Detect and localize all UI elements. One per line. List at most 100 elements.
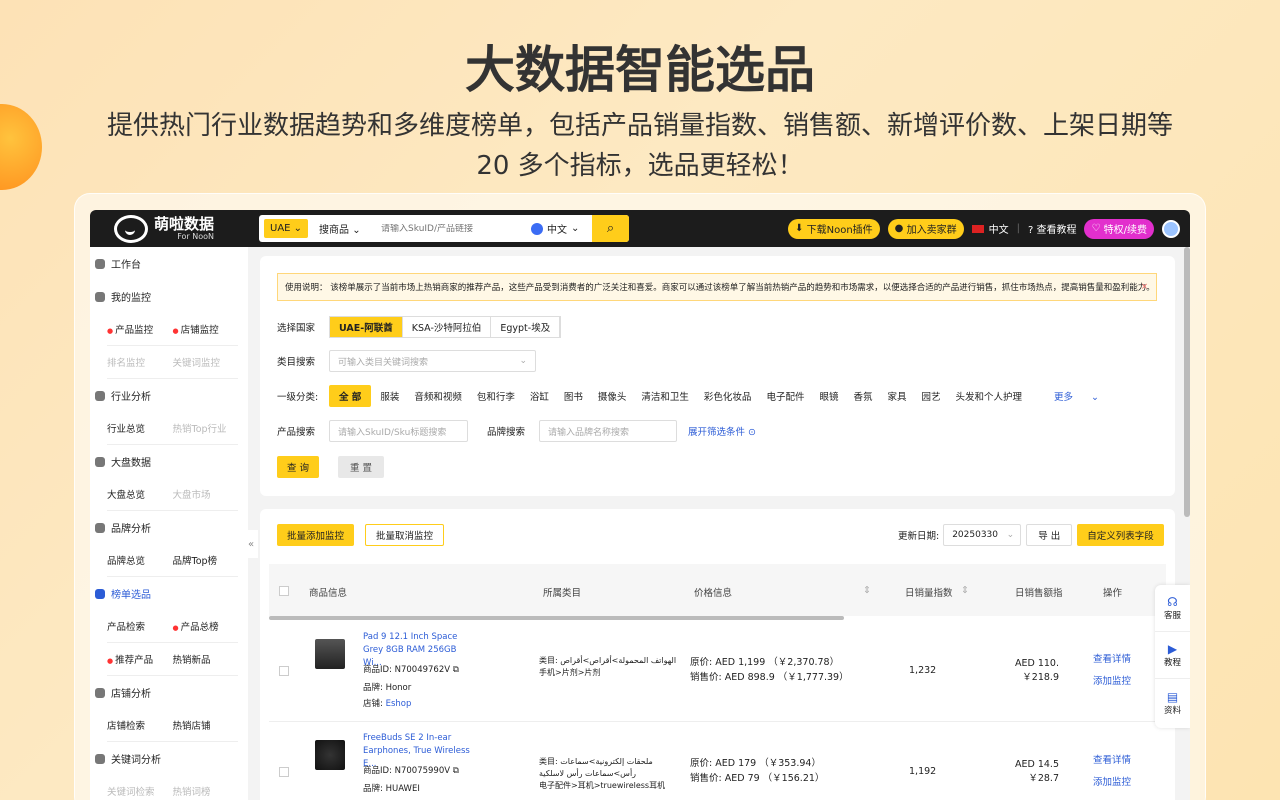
join-group-button[interactable]: ● 加入卖家群 — [887, 218, 964, 239]
reset-button[interactable]: 重 置 — [338, 456, 385, 478]
level1-option[interactable]: 服装 — [380, 389, 399, 403]
brand-label: 品牌: — [363, 683, 383, 693]
expand-filters-link[interactable]: 展开筛选条件 ⊙ — [688, 424, 756, 438]
category-placeholder: 可输入类目关键词搜索 — [338, 357, 429, 368]
select-all-checkbox[interactable] — [279, 586, 289, 596]
sidebar-item-new-hot[interactable]: 热销新品 — [173, 652, 239, 666]
sidebar-item-workbench[interactable]: 工作台 — [93, 247, 248, 280]
level1-option[interactable]: 包和行李 — [477, 389, 515, 403]
sidebar-item-product-monitor[interactable]: 产品监控 — [107, 322, 173, 336]
country-option-ksa[interactable]: KSA-沙特阿拉伯 — [403, 317, 492, 337]
sidebar-label: 大盘数据 — [111, 458, 151, 469]
close-icon[interactable]: × — [1141, 282, 1148, 292]
sidebar-item-brand-overview[interactable]: 品牌总览 — [107, 553, 173, 567]
sidebar-item-recommend[interactable]: 推荐产品 — [107, 652, 173, 666]
download-plugin-button[interactable]: ⬇ 下载Noon插件 — [788, 218, 880, 239]
collapse-sidebar-button[interactable]: « — [244, 530, 258, 558]
batch-cancel-monitor-button[interactable]: 批量取消监控 — [365, 524, 445, 546]
sidebar-item-shop-monitor[interactable]: 店铺监控 — [173, 322, 239, 336]
customer-service-button[interactable]: ☊ 客服 — [1155, 585, 1190, 632]
view-detail-link[interactable]: 查看详情 — [1093, 755, 1131, 766]
sidebar-group-keyword[interactable]: 关键词分析 — [93, 742, 248, 775]
level1-option[interactable]: 图书 — [564, 389, 583, 403]
sidebar-item-keyword-search[interactable]: 关键词检索 — [107, 784, 173, 798]
product-image[interactable] — [315, 639, 345, 669]
level1-option[interactable]: 浴缸 — [530, 389, 549, 403]
query-button[interactable]: 查 询 — [277, 456, 320, 478]
view-detail-link[interactable]: 查看详情 — [1093, 654, 1131, 665]
sidebar-item-keyword-monitor[interactable]: 关键词监控 — [173, 355, 239, 369]
sidebar-item-rank-monitor[interactable]: 排名监控 — [107, 355, 173, 369]
level1-option[interactable]: 电子配件 — [766, 389, 804, 403]
brand-search-input[interactable]: 请输入品牌名称搜索 — [539, 420, 677, 442]
logo[interactable]: 萌啦数据 For NooN — [114, 214, 259, 243]
row-checkbox[interactable] — [279, 767, 289, 777]
shop-label: 店铺: — [363, 699, 383, 709]
sidebar-item-market-overview[interactable]: 大盘总览 — [107, 487, 173, 501]
product-search-input[interactable]: 请输入SkuID/Sku标题搜索 — [329, 420, 468, 442]
search-type-select[interactable]: 搜商品 ⌄ — [319, 221, 373, 236]
level1-option[interactable]: 音频和视频 — [414, 389, 462, 403]
add-monitor-link[interactable]: 添加监控 — [1093, 676, 1131, 687]
shop-link[interactable]: Eshop — [386, 699, 412, 709]
level1-option[interactable]: 香氛 — [853, 389, 872, 403]
tutorial-button[interactable]: ▶ 教程 — [1155, 632, 1190, 679]
batch-actions: 批量添加监控 批量取消监控 — [277, 524, 445, 546]
docs-button[interactable]: ▤ 资料 — [1155, 679, 1190, 726]
sidebar-item-hot-words[interactable]: 热销词榜 — [173, 784, 239, 798]
sidebar-item-shop-search[interactable]: 店铺检索 — [107, 718, 173, 732]
level1-option[interactable]: 摄像头 — [598, 389, 627, 403]
level1-option[interactable]: 清洁和卫生 — [641, 389, 689, 403]
search-lang-select[interactable]: 中文 ⌄ — [531, 221, 579, 236]
sidebar-item-market[interactable]: 大盘市场 — [173, 487, 239, 501]
language-switch[interactable]: 中文 — [971, 221, 1009, 236]
sidebar-group-rank[interactable]: 榜单选品 — [93, 577, 248, 610]
level1-option[interactable]: 园艺 — [922, 389, 941, 403]
header-daily-sales-index: 日销量指数 — [905, 588, 953, 599]
product-shop: 店铺: Eshop — [363, 697, 411, 709]
sidebar-group-market[interactable]: 大盘数据 — [93, 445, 248, 478]
sidebar-item-brand-top[interactable]: 品牌Top榜 — [173, 553, 239, 567]
search-input[interactable] — [381, 223, 522, 234]
country-option-egypt[interactable]: Egypt-埃及 — [491, 317, 561, 337]
level1-option[interactable]: 头发和个人护理 — [956, 389, 1023, 403]
chart-icon — [95, 390, 105, 401]
copy-icon[interactable]: ⧉ — [453, 665, 459, 675]
more-categories-button[interactable]: 更多 ⌄ — [1054, 389, 1114, 403]
sidebar-item-industry-top[interactable]: 热销Top行业 — [173, 421, 239, 435]
horizontal-scrollbar[interactable] — [269, 616, 844, 620]
add-monitor-link[interactable]: 添加监控 — [1093, 777, 1131, 788]
category-zh: 手机>片剂>片剂 — [539, 668, 601, 677]
category-search-input[interactable]: 可输入类目关键词搜索 ⌄ — [329, 350, 536, 372]
sidebar-group-industry[interactable]: 行业分析 — [93, 379, 248, 412]
update-date-select[interactable]: 20250330 ⌄ — [943, 524, 1022, 546]
custom-columns-button[interactable]: 自定义列表字段 — [1077, 524, 1164, 546]
sort-icon[interactable]: ⇕ — [961, 585, 969, 596]
product-image[interactable] — [315, 740, 345, 770]
avatar[interactable] — [1162, 219, 1180, 238]
search-button[interactable]: ⌕ — [592, 215, 629, 242]
export-button[interactable]: 导 出 — [1026, 524, 1073, 546]
level1-option[interactable]: 眼镜 — [819, 389, 838, 403]
home-icon — [95, 258, 105, 269]
vip-button[interactable]: ♡ 特权/续费 — [1084, 218, 1154, 239]
level1-option[interactable]: 家具 — [887, 389, 906, 403]
tutorial-link[interactable]: ? 查看教程 — [1028, 221, 1077, 236]
vertical-scrollbar[interactable] — [1184, 247, 1190, 517]
country-option-uae[interactable]: UAE-阿联酋 — [330, 317, 403, 337]
batch-add-monitor-button[interactable]: 批量添加监控 — [277, 524, 355, 546]
sidebar-item-hot-shop[interactable]: 热销店铺 — [173, 718, 239, 732]
sidebar-group-shop[interactable]: 店铺分析 — [93, 676, 248, 709]
sidebar-item-product-search[interactable]: 产品检索 — [107, 619, 173, 633]
sidebar-item-product-rank[interactable]: 产品总榜 — [173, 619, 239, 633]
sidebar-item-industry-overview[interactable]: 行业总览 — [107, 421, 173, 435]
sort-icon[interactable]: ⇕ — [863, 585, 871, 596]
row-checkbox[interactable] — [279, 666, 289, 676]
level1-option[interactable]: 全 部 — [329, 385, 372, 407]
level1-option[interactable]: 彩色化妆品 — [704, 389, 752, 403]
sidebar-group-brand[interactable]: 品牌分析 — [93, 511, 248, 544]
country-select[interactable]: UAE ⌄ — [264, 219, 309, 238]
copy-icon[interactable]: ⧉ — [453, 766, 459, 776]
product-brand: 品牌: Honor — [363, 681, 411, 693]
sidebar-group-monitor[interactable]: 我的监控 — [93, 280, 248, 313]
